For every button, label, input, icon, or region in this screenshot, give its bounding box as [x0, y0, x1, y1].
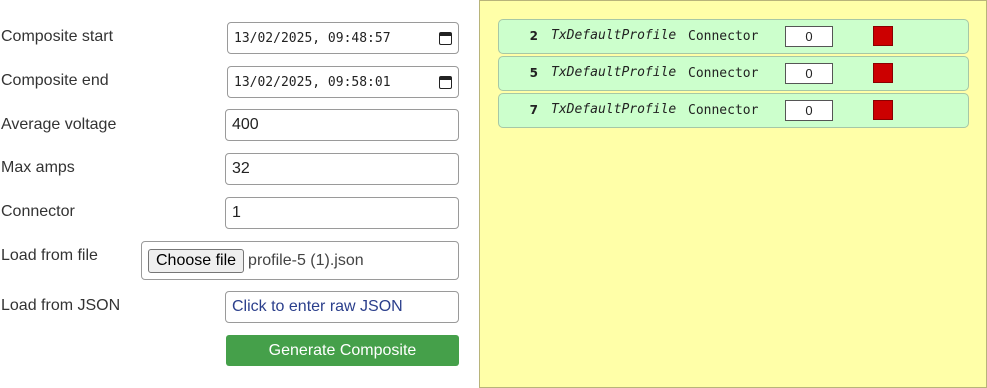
average-voltage-input[interactable]: 400 — [225, 109, 459, 141]
profile-name: TxDefaultProfile — [551, 65, 677, 80]
profile-name: TxDefaultProfile — [551, 102, 677, 117]
connector-value: 1 — [232, 204, 241, 221]
composite-start-input[interactable]: 13/02/2025, 09:48:57 — [227, 22, 459, 54]
composite-start-value: 13/02/2025, 09:48:57 — [234, 30, 391, 46]
delete-profile-button[interactable] — [873, 26, 893, 46]
profile-id: 2 — [529, 29, 538, 43]
load-json-input[interactable]: Click to enter raw JSON — [225, 291, 459, 323]
delete-profile-button[interactable] — [873, 100, 893, 120]
profile-purpose: Connector — [688, 29, 759, 44]
profile-row[interactable]: 2 TxDefaultProfile Connector 0 — [498, 19, 969, 54]
load-json-placeholder: Click to enter raw JSON — [232, 298, 403, 315]
choose-file-button[interactable]: Choose file — [148, 248, 245, 273]
load-json-label: Load from JSON — [1, 297, 121, 314]
composite-form: Composite start 13/02/2025, 09:48:57 Com… — [0, 0, 470, 388]
profiles-panel: 2 TxDefaultProfile Connector 0 5 TxDefau… — [479, 0, 987, 388]
composite-start-label: Composite start — [1, 28, 114, 45]
stack-level-input[interactable]: 0 — [785, 100, 833, 121]
profile-purpose: Connector — [688, 103, 759, 118]
average-voltage-value: 400 — [232, 116, 259, 133]
stack-level-input[interactable]: 0 — [785, 26, 833, 47]
average-voltage-label: Average voltage — [1, 116, 117, 133]
composite-end-input[interactable]: 13/02/2025, 09:58:01 — [227, 66, 459, 98]
calendar-icon[interactable] — [439, 31, 452, 45]
profile-row[interactable]: 5 TxDefaultProfile Connector 0 — [498, 56, 969, 91]
profile-purpose: Connector — [688, 66, 759, 81]
calendar-icon[interactable] — [439, 75, 452, 89]
load-file-label: Load from file — [1, 247, 98, 264]
connector-label: Connector — [1, 203, 75, 220]
delete-profile-button[interactable] — [873, 63, 893, 83]
profile-id: 7 — [529, 103, 538, 117]
connector-input[interactable]: 1 — [225, 197, 459, 229]
max-amps-value: 32 — [232, 160, 250, 177]
profile-row[interactable]: 7 TxDefaultProfile Connector 0 — [498, 93, 969, 128]
stack-level-input[interactable]: 0 — [785, 63, 833, 84]
max-amps-input[interactable]: 32 — [225, 153, 459, 185]
generate-composite-button[interactable]: Generate Composite — [226, 335, 459, 366]
profile-id: 5 — [529, 66, 538, 80]
profile-name: TxDefaultProfile — [551, 28, 677, 43]
max-amps-label: Max amps — [1, 159, 75, 176]
selected-filename: profile-5 (1).json — [248, 251, 364, 269]
composite-end-value: 13/02/2025, 09:58:01 — [234, 74, 391, 90]
composite-end-label: Composite end — [1, 72, 109, 89]
load-file-input[interactable]: Choose file profile-5 (1).json — [141, 241, 459, 280]
